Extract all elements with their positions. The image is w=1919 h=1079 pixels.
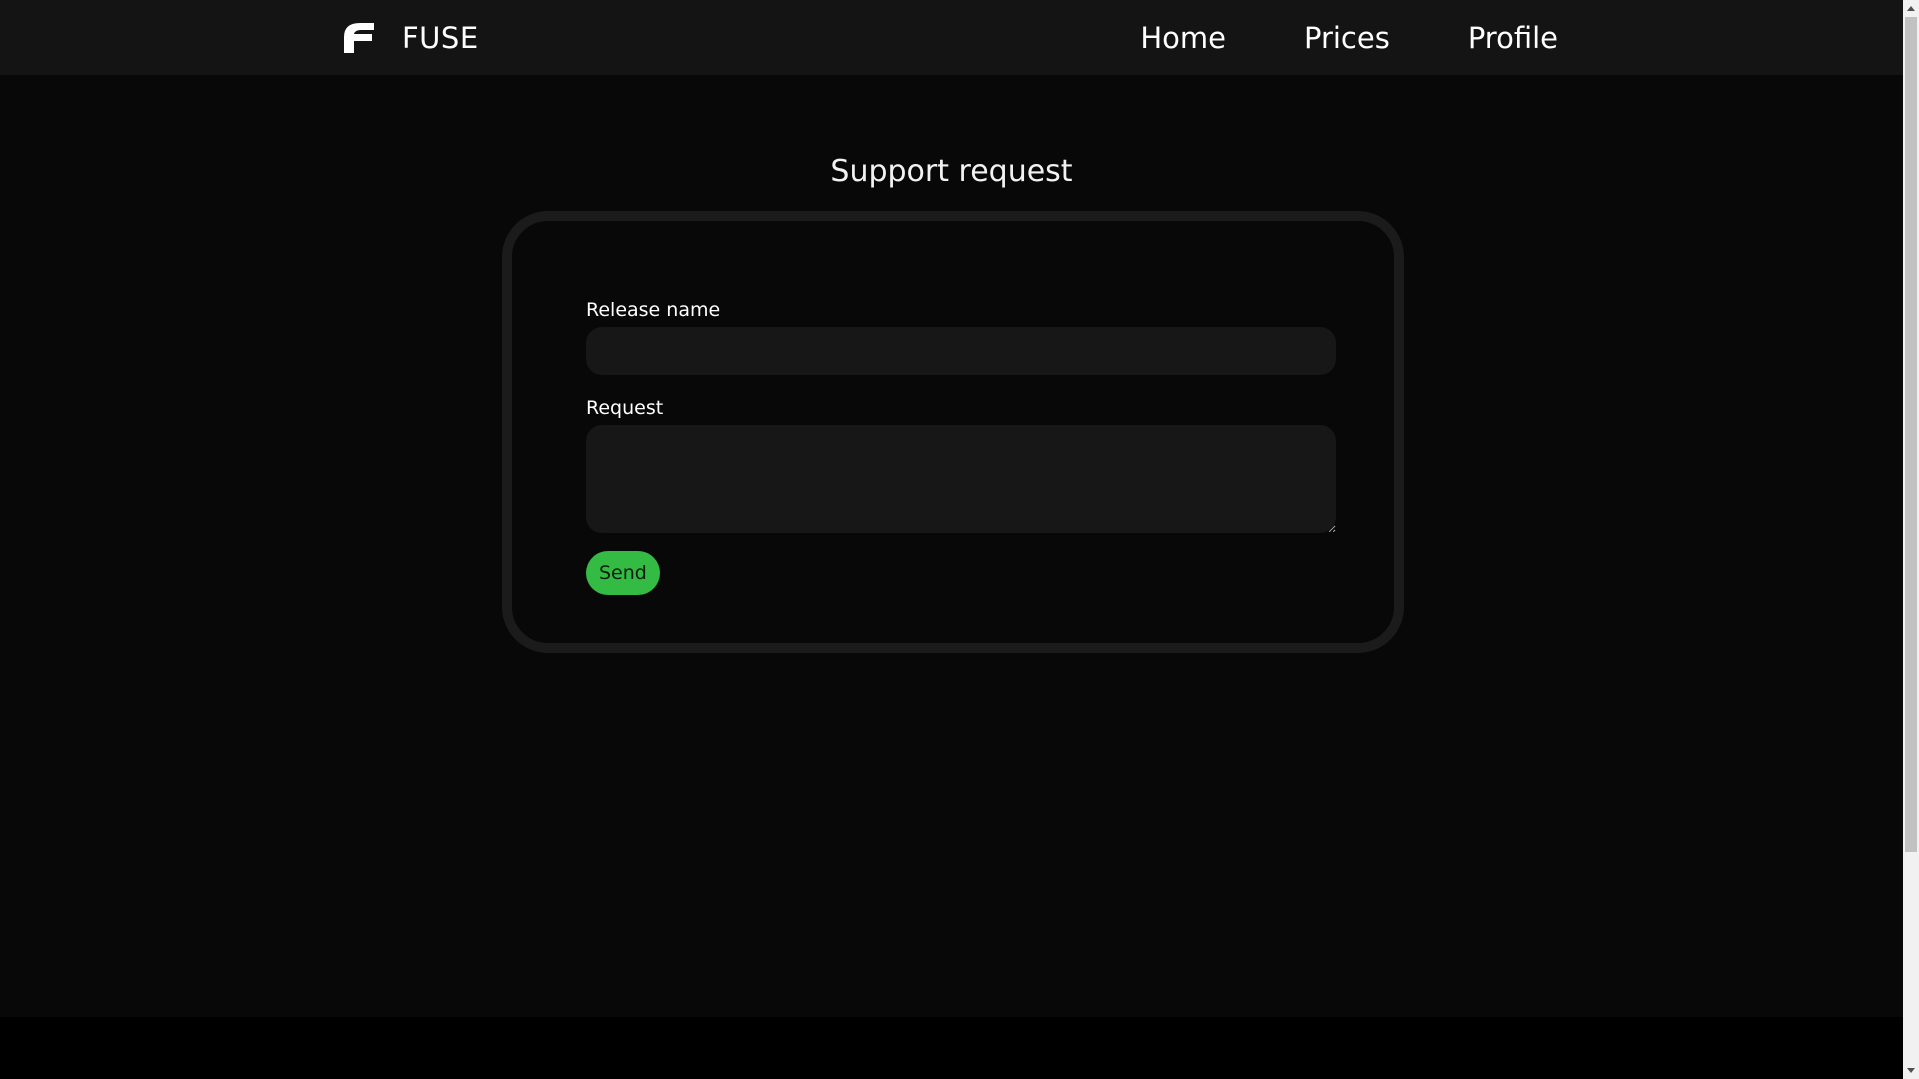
top-navbar: FUSE Home Prices Profile [0,0,1903,75]
scroll-down-arrow-icon[interactable] [1903,1063,1919,1079]
request-label: Request [586,397,664,419]
nav-prices-link[interactable]: Prices [1304,18,1390,58]
nav-home-link[interactable]: Home [1140,18,1226,58]
brand[interactable]: FUSE [342,18,479,58]
nav-profile-link[interactable]: Profile [1468,18,1558,58]
main-nav: Home Prices Profile [1140,18,1558,58]
send-button[interactable]: Send [586,551,660,595]
brand-name: FUSE [402,21,479,55]
main-content: Support request Release name Request Sen… [0,75,1903,1017]
vertical-scrollbar[interactable] [1903,0,1919,1079]
release-name-label: Release name [586,299,721,321]
support-request-form: Release name Request Send [502,211,1404,653]
scrollbar-thumb[interactable] [1905,17,1917,852]
request-textarea[interactable] [586,425,1336,533]
page: FUSE Home Prices Profile Support request… [0,0,1903,1079]
release-name-input[interactable] [586,327,1336,375]
fuse-logo-icon [344,23,374,53]
scroll-up-arrow-icon[interactable] [1903,0,1919,16]
page-title: Support request [830,154,1073,189]
